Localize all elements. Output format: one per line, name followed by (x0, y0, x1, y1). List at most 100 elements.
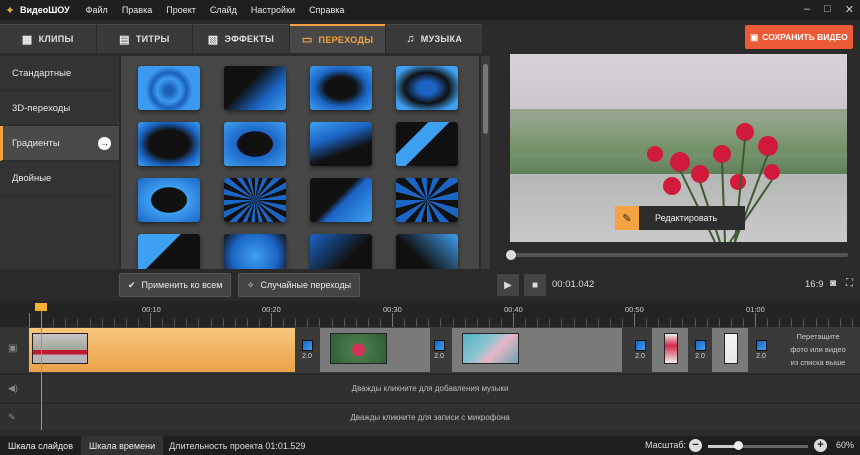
timeline-transition[interactable]: 2.0 (691, 340, 709, 370)
music-lane[interactable]: ◀) Дважды кликните для добавления музыки (0, 374, 860, 402)
zoom-label: Масштаб: (645, 440, 687, 450)
ruler-tick (162, 319, 164, 327)
save-icon: ▣ (750, 31, 759, 42)
ruler-tick (416, 319, 418, 327)
snapshot-icon[interactable]: ◙ (830, 278, 836, 289)
ruler-tick (150, 313, 151, 327)
menu-settings[interactable]: Настройки (251, 5, 295, 15)
transition-thumb[interactable] (396, 234, 458, 269)
stop-icon: ■ (531, 279, 539, 291)
timeline-transition[interactable]: 2.0 (752, 340, 770, 370)
ruler-tick (718, 319, 720, 327)
zoom-in-button[interactable]: + (814, 439, 827, 452)
timeline-transition[interactable]: 2.0 (631, 340, 649, 370)
ruler-tick (343, 319, 345, 327)
ruler-tick (597, 319, 599, 327)
transition-thumb[interactable] (310, 122, 372, 166)
scrollbar-thumb[interactable] (483, 64, 488, 134)
ruler-tick (549, 319, 551, 327)
close-icon[interactable]: ✕ (845, 3, 854, 16)
ruler-tick (730, 319, 732, 327)
ruler-tick (452, 319, 454, 327)
category-standard[interactable]: Стандартные (0, 56, 119, 91)
ruler-tick (791, 319, 793, 327)
menu-slide[interactable]: Слайд (210, 5, 237, 15)
ruler-tick (706, 319, 708, 327)
ruler-tick (476, 319, 478, 327)
tab-transitions[interactable]: ▭ ПЕРЕХОДЫ (289, 24, 386, 53)
ruler-tick (89, 319, 91, 327)
ruler-tick (222, 319, 224, 327)
transition-thumb[interactable] (224, 122, 286, 166)
timeline-transition[interactable]: 2.0 (430, 340, 448, 370)
drop-hint: Перетащите фото или видео из списка выше (790, 332, 846, 367)
transition-thumb[interactable] (138, 66, 200, 110)
transition-grid-scrollbar[interactable] (481, 56, 490, 269)
ruler-tick (440, 319, 442, 327)
double-check-icon: ✔ (128, 279, 136, 290)
transition-thumb[interactable] (224, 178, 286, 222)
tab-effects[interactable]: ▧ ЭФФЕКТЫ (193, 24, 289, 53)
transition-thumb[interactable] (396, 178, 458, 222)
ruler-tick (767, 319, 769, 327)
progress-knob[interactable] (506, 250, 516, 260)
category-3d[interactable]: 3D-переходы (0, 91, 119, 126)
ruler-tick (210, 319, 212, 327)
ruler-tick (379, 319, 381, 327)
ruler-tick (609, 319, 611, 327)
clip-thumbnail (724, 333, 738, 364)
apply-all-button[interactable]: ✔ Применить ко всем (119, 273, 232, 297)
stop-button[interactable]: ■ (524, 274, 546, 296)
transition-thumb[interactable] (138, 234, 200, 269)
app-name: ВидеоШОУ (20, 5, 70, 15)
transition-thumb[interactable] (310, 66, 372, 110)
aspect-ratio[interactable]: 16:9 (805, 279, 824, 290)
edit-button[interactable]: ✎ Редактировать (615, 206, 745, 230)
fullscreen-icon[interactable]: ⛶ (846, 278, 853, 289)
app-logo-icon: ✦ (5, 4, 15, 17)
transition-thumb[interactable] (310, 234, 372, 269)
transition-thumb[interactable] (396, 66, 458, 110)
film-icon: ▦ (21, 33, 33, 46)
transition-thumb[interactable] (138, 178, 200, 222)
tab-slide-scale[interactable]: Шкала слайдов (0, 436, 81, 455)
tab-clips[interactable]: ▦ КЛИПЫ (0, 24, 96, 53)
microphone-lane[interactable]: ✎ Дважды кликните для записи с микрофона (0, 403, 860, 431)
zoom-out-button[interactable]: − (689, 439, 702, 452)
playhead-handle[interactable] (35, 303, 47, 311)
zoom-slider-knob[interactable] (734, 441, 743, 450)
pencil-icon: ✎ (615, 206, 639, 230)
save-video-button[interactable]: ▣ СОХРАНИТЬ ВИДЕО (745, 25, 853, 49)
menu-help[interactable]: Справка (309, 5, 344, 15)
effects-icon: ▧ (207, 33, 219, 46)
clip-thumbnail (462, 333, 519, 364)
menu-edit[interactable]: Правка (122, 5, 152, 15)
playhead[interactable] (35, 303, 47, 430)
transition-thumb[interactable] (310, 178, 372, 222)
ruler-tick (392, 313, 393, 327)
project-duration: Длительность проекта 01:01.529 (169, 440, 306, 451)
tab-titles[interactable]: ▤ ТИТРЫ (96, 24, 193, 53)
transition-thumb[interactable] (396, 122, 458, 166)
timeline-ruler[interactable]: 00:10 00:20 00:30 00:40 00:50 01:00 (0, 301, 860, 327)
tab-music[interactable]: ♫ МУЗЫКА (386, 24, 482, 53)
ruler-tick (319, 319, 321, 327)
ruler-tick (271, 313, 272, 327)
timeline-transition[interactable]: 2.0 (298, 340, 316, 370)
transition-thumb[interactable] (224, 66, 286, 110)
ruler-tick (101, 319, 103, 327)
transitions-icon: ▭ (301, 34, 313, 46)
menu-file[interactable]: Файл (86, 5, 108, 15)
transition-thumb[interactable] (138, 122, 200, 166)
category-gradients[interactable]: Градиенты → (0, 126, 119, 161)
maximize-icon[interactable]: □ (824, 3, 831, 16)
tab-time-scale[interactable]: Шкала времени (80, 436, 164, 455)
random-transitions-button[interactable]: ✧ Случайные переходы (238, 273, 361, 297)
transition-thumb[interactable] (224, 234, 286, 269)
minimize-icon[interactable]: – (804, 3, 810, 16)
menu-project[interactable]: Проект (166, 5, 196, 15)
playback-progress[interactable] (506, 250, 848, 260)
play-button[interactable]: ▶ (497, 274, 519, 296)
category-double[interactable]: Двойные (0, 161, 119, 196)
ruler-tick (186, 319, 188, 327)
